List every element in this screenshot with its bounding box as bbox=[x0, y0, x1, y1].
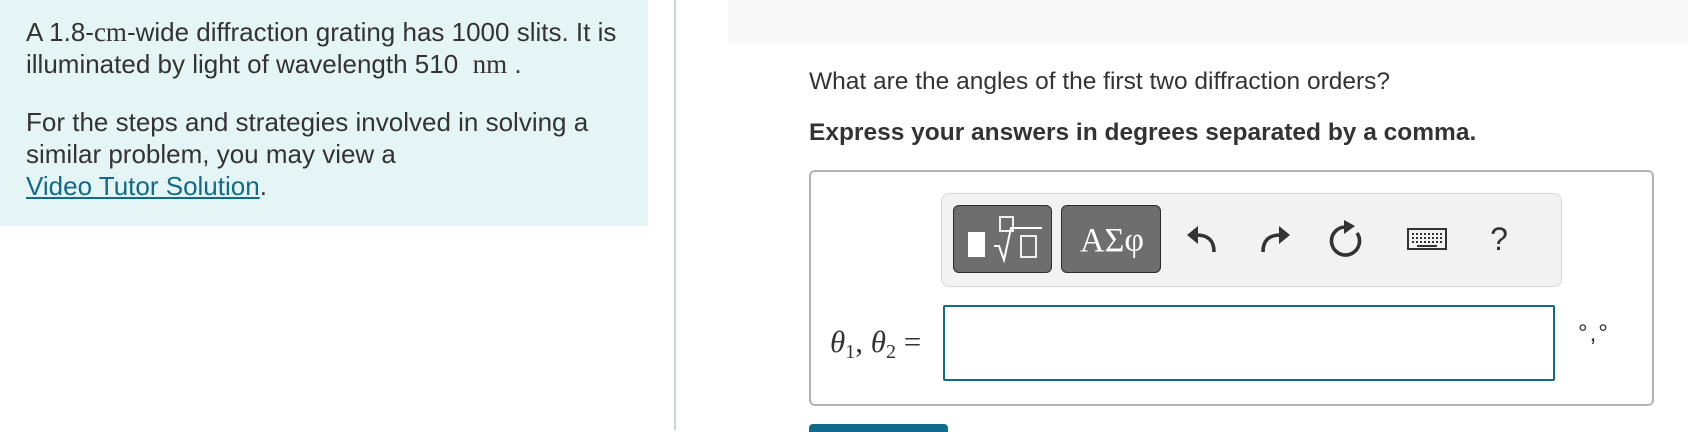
reset-button[interactable] bbox=[1322, 214, 1368, 264]
keyboard-button[interactable] bbox=[1404, 214, 1450, 264]
redo-button[interactable] bbox=[1251, 214, 1297, 264]
templates-icon bbox=[968, 216, 1042, 264]
video-tutor-link[interactable]: Video Tutor Solution bbox=[26, 171, 260, 201]
svg-text:ΑΣφ: ΑΣφ bbox=[1080, 222, 1144, 259]
help-button[interactable]: ? bbox=[1484, 214, 1514, 264]
degree-units: °,° bbox=[1578, 320, 1610, 347]
panel-divider bbox=[674, 0, 676, 430]
theta-symbol-2: θ bbox=[870, 324, 886, 359]
templates-button[interactable] bbox=[953, 205, 1052, 273]
subscript-2: 2 bbox=[885, 341, 896, 363]
undo-button[interactable] bbox=[1180, 214, 1226, 264]
theta-symbol: θ bbox=[830, 324, 846, 359]
answer-instruction: Express your answers in degrees separate… bbox=[809, 119, 1477, 146]
link-end: . bbox=[259, 171, 267, 201]
label-comma: , bbox=[855, 324, 871, 359]
unit-nm: nm bbox=[472, 49, 508, 79]
undo-icon bbox=[1187, 226, 1216, 253]
help-text: For the steps and strategies involved in… bbox=[26, 106, 622, 202]
help-text-body: For the steps and strategies involved in… bbox=[26, 107, 589, 169]
equals-sign: = bbox=[895, 324, 922, 359]
keyboard-icon bbox=[1407, 228, 1447, 250]
greek-symbols-icon: ΑΣφ bbox=[1080, 222, 1144, 259]
question-text: What are the angles of the first two dif… bbox=[809, 68, 1391, 95]
answer-input[interactable] bbox=[943, 305, 1555, 381]
symbols-button[interactable]: ΑΣφ bbox=[1061, 205, 1161, 273]
problem-panel: A 1.8-cm-wide diffraction grating has 10… bbox=[0, 0, 648, 226]
answer-label: θ1, θ2 = bbox=[830, 322, 921, 372]
top-band bbox=[728, 0, 1688, 45]
unit-cm: cm bbox=[93, 17, 127, 47]
problem-text-a: A 1.8- bbox=[26, 17, 94, 47]
reset-icon bbox=[1329, 220, 1362, 257]
problem-end: . bbox=[514, 49, 522, 79]
subscript-1: 1 bbox=[845, 341, 856, 363]
redo-icon bbox=[1261, 226, 1290, 253]
submit-button[interactable] bbox=[809, 424, 948, 432]
math-toolbar: ΑΣφ ? bbox=[941, 193, 1562, 287]
problem-statement: A 1.8-cm-wide diffraction grating has 10… bbox=[26, 16, 622, 80]
